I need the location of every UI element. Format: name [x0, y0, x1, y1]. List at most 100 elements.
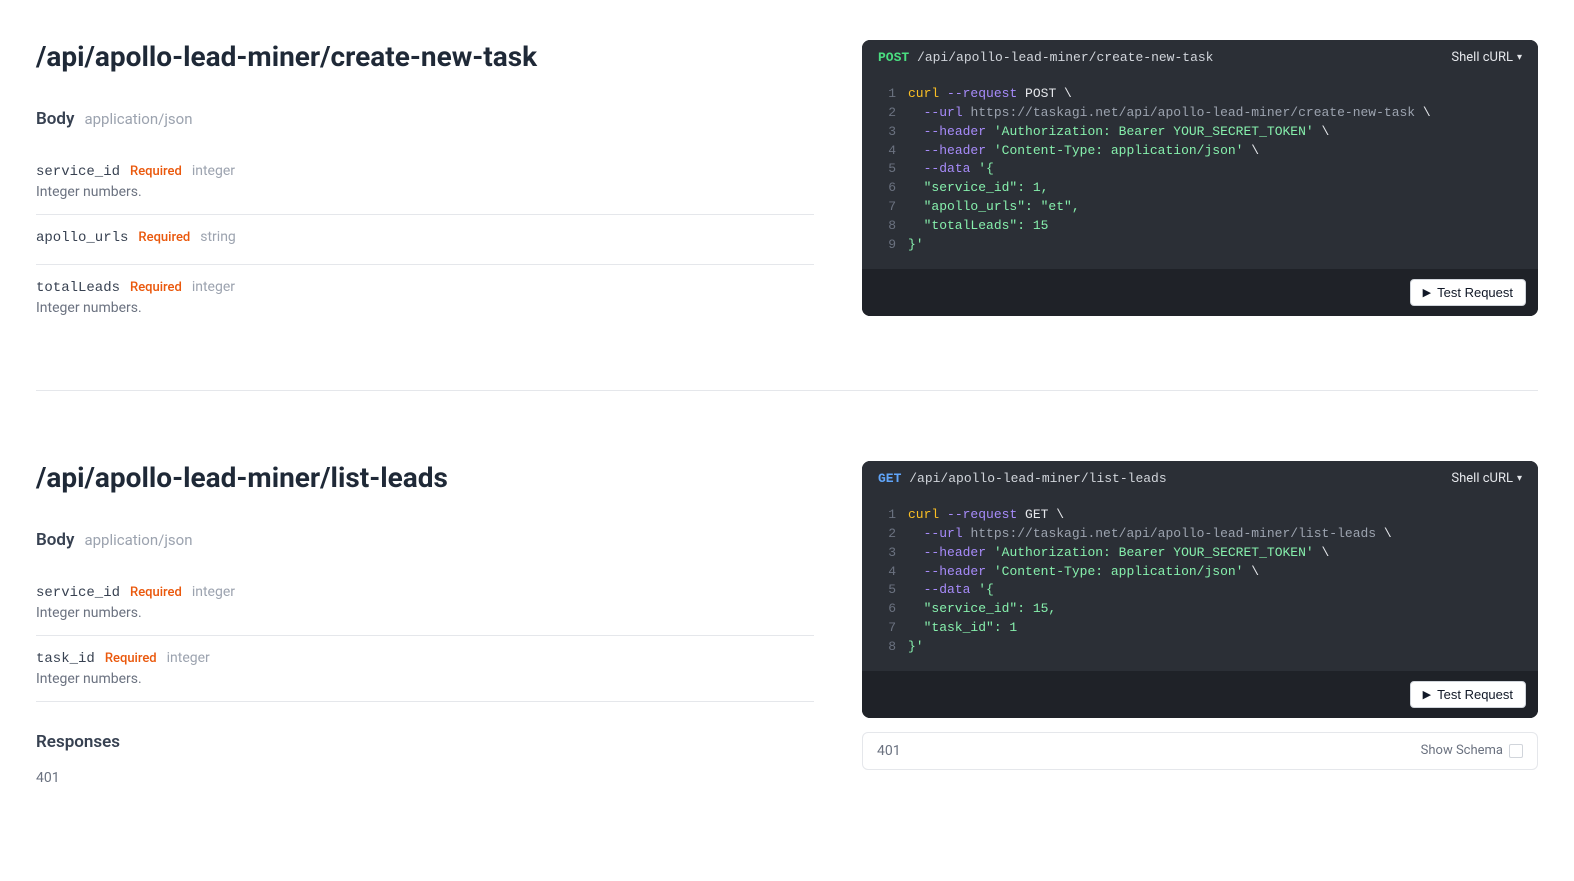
code-line: 8 }' [878, 638, 1522, 657]
code-content: curl --request POST \ [908, 85, 1072, 104]
line-number: 8 [878, 638, 896, 657]
param-type: integer [167, 650, 210, 666]
line-number: 3 [878, 544, 896, 563]
test-request-label: Test Request [1437, 687, 1513, 702]
param-name: apollo_urls [36, 230, 128, 246]
body-section-header: Body application/json [36, 530, 814, 550]
code-header: POST /api/apollo-lead-miner/create-new-t… [862, 40, 1538, 75]
code-line: 8 "totalLeads": 15 [878, 217, 1522, 236]
code-line: 6 "service_id": 1, [878, 179, 1522, 198]
line-number: 4 [878, 563, 896, 582]
responses-header: Responses [36, 732, 814, 752]
param-row: task_id Required integer Integer numbers… [36, 636, 814, 702]
shell-language-selector[interactable]: Shell cURL ▾ [1451, 50, 1522, 65]
shell-language-selector[interactable]: Shell cURL ▾ [1451, 471, 1522, 486]
content-type: application/json [84, 531, 192, 549]
endpoint-left-column: /api/apollo-lead-miner/list-leads Body a… [36, 461, 814, 786]
param-name: service_id [36, 585, 120, 601]
code-line: 4 --header 'Content-Type: application/js… [878, 142, 1522, 161]
code-line: 2 --url https://taskagi.net/api/apollo-l… [878, 525, 1522, 544]
http-path: /api/apollo-lead-miner/list-leads [909, 471, 1166, 486]
line-number: 7 [878, 619, 896, 638]
code-header: GET /api/apollo-lead-miner/list-leads Sh… [862, 461, 1538, 496]
code-line: 7 "task_id": 1 [878, 619, 1522, 638]
code-footer: ▶ Test Request [862, 269, 1538, 316]
response-code[interactable]: 401 [36, 770, 814, 786]
code-content: curl --request GET \ [908, 506, 1064, 525]
endpoint-title: /api/apollo-lead-miner/list-leads [36, 461, 814, 494]
code-line: 4 --header 'Content-Type: application/js… [878, 563, 1522, 582]
line-number: 6 [878, 179, 896, 198]
required-badge: Required [130, 280, 182, 295]
param-description: Integer numbers. [36, 300, 814, 316]
line-number: 2 [878, 104, 896, 123]
code-content: --header 'Content-Type: application/json… [908, 142, 1259, 161]
param-description: Integer numbers. [36, 605, 814, 621]
param-type: integer [192, 279, 235, 295]
param-row: totalLeads Required integer Integer numb… [36, 265, 814, 330]
code-content: --header 'Authorization: Bearer YOUR_SEC… [908, 544, 1329, 563]
section-divider [36, 390, 1538, 391]
code-content: --data '{ [908, 581, 994, 600]
code-content: "task_id": 1 [908, 619, 1017, 638]
schema-checkbox-icon [1509, 744, 1523, 758]
http-path: /api/apollo-lead-miner/create-new-task [917, 50, 1213, 65]
response-example-box: 401 Show Schema [862, 732, 1538, 770]
param-type: integer [192, 163, 235, 179]
code-content: }' [908, 638, 924, 657]
code-content: "service_id": 1, [908, 179, 1048, 198]
show-schema-toggle[interactable]: Show Schema [1421, 743, 1523, 758]
param-type: string [200, 229, 236, 245]
code-line: 2 --url https://taskagi.net/api/apollo-l… [878, 104, 1522, 123]
param-type: integer [192, 584, 235, 600]
code-line: 5 --data '{ [878, 160, 1522, 179]
line-number: 1 [878, 85, 896, 104]
param-row: apollo_urls Required string [36, 215, 814, 265]
body-label: Body [36, 109, 74, 129]
code-content: "totalLeads": 15 [908, 217, 1048, 236]
body-label: Body [36, 530, 74, 550]
line-number: 9 [878, 236, 896, 255]
param-name: service_id [36, 164, 120, 180]
param-description: Integer numbers. [36, 184, 814, 200]
code-line: 9}' [878, 236, 1522, 255]
code-content: --header 'Authorization: Bearer YOUR_SEC… [908, 123, 1329, 142]
chevron-down-icon: ▾ [1517, 52, 1522, 63]
code-content: "apollo_urls": "et", [908, 198, 1080, 217]
show-schema-label: Show Schema [1421, 743, 1503, 758]
param-name: task_id [36, 651, 95, 667]
code-body[interactable]: 1 curl --request GET \2 --url https://tas… [862, 496, 1538, 671]
code-content: --data '{ [908, 160, 994, 179]
code-line: 5 --data '{ [878, 581, 1522, 600]
shell-label: Shell cURL [1451, 471, 1513, 486]
required-badge: Required [138, 230, 190, 245]
code-line: 1 curl --request GET \ [878, 506, 1522, 525]
test-request-button[interactable]: ▶ Test Request [1410, 279, 1526, 306]
code-content: --url https://taskagi.net/api/apollo-lea… [908, 104, 1431, 123]
param-name: totalLeads [36, 280, 120, 296]
required-badge: Required [130, 585, 182, 600]
endpoint-title: /api/apollo-lead-miner/create-new-task [36, 40, 814, 73]
test-request-button[interactable]: ▶ Test Request [1410, 681, 1526, 708]
line-number: 6 [878, 600, 896, 619]
param-row: service_id Required integer Integer numb… [36, 570, 814, 636]
code-line: 3 --header 'Authorization: Bearer YOUR_S… [878, 123, 1522, 142]
code-body[interactable]: 1curl --request POST \2 --url https://ta… [862, 75, 1538, 269]
required-badge: Required [130, 164, 182, 179]
line-number: 8 [878, 217, 896, 236]
line-number: 5 [878, 581, 896, 600]
test-request-label: Test Request [1437, 285, 1513, 300]
code-example-block: POST /api/apollo-lead-miner/create-new-t… [862, 40, 1538, 316]
param-description: Integer numbers. [36, 671, 814, 687]
chevron-down-icon: ▾ [1517, 473, 1522, 484]
line-number: 1 [878, 506, 896, 525]
play-icon: ▶ [1423, 688, 1431, 701]
content-type: application/json [84, 110, 192, 128]
response-example-code: 401 [877, 743, 901, 759]
line-number: 7 [878, 198, 896, 217]
code-content: --header 'Content-Type: application/json… [908, 563, 1259, 582]
code-line: 7 "apollo_urls": "et", [878, 198, 1522, 217]
endpoint-create-new-task: /api/apollo-lead-miner/create-new-task B… [36, 40, 1538, 330]
required-badge: Required [105, 651, 157, 666]
endpoint-right-column: POST /api/apollo-lead-miner/create-new-t… [862, 40, 1538, 330]
